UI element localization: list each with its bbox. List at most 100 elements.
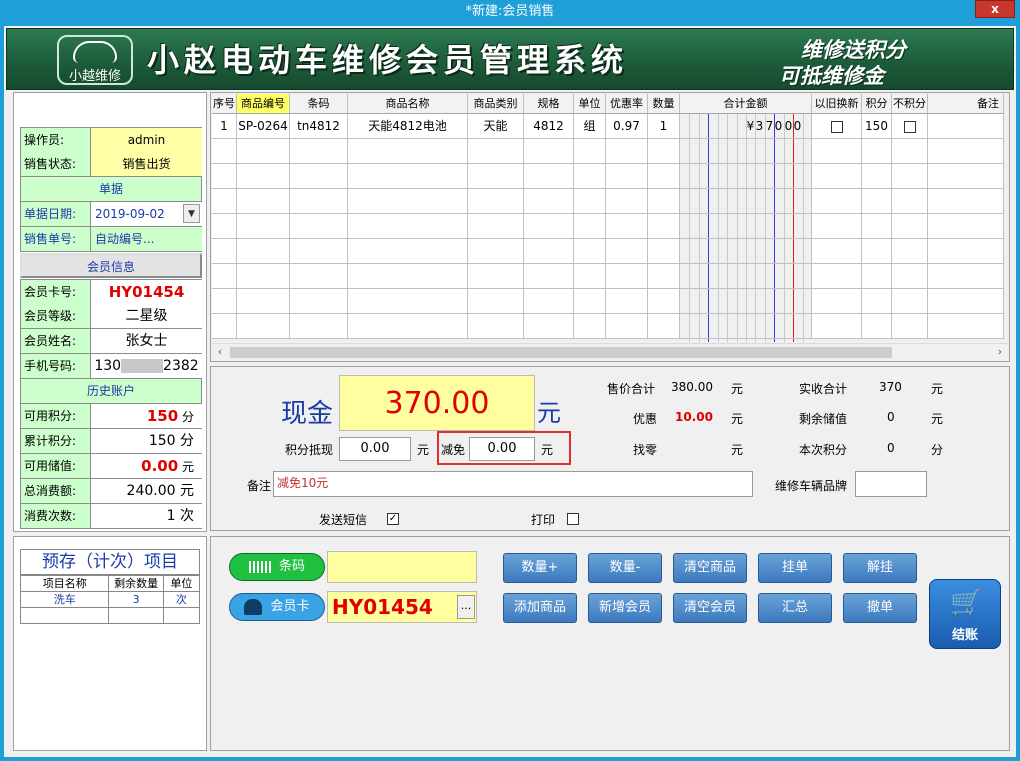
grid-cell-empty[interactable] [348,164,468,189]
grid-cell-empty[interactable] [648,189,680,214]
checkbox-box[interactable] [903,120,916,133]
grid-cell-empty[interactable] [928,164,1004,189]
barcode-mode-button[interactable]: 条码 [229,553,325,581]
grid-cell-empty[interactable] [892,189,928,214]
grid-cell-empty[interactable] [680,139,812,164]
print-checkbox[interactable] [567,511,579,525]
barcode-input[interactable] [327,551,477,583]
grid-cell-empty[interactable] [606,264,648,289]
grid-cell-empty[interactable] [348,289,468,314]
grid-cell-empty[interactable] [237,289,290,314]
grid-cell-empty[interactable] [468,214,524,239]
grid-cell-empty[interactable] [524,139,574,164]
grid-cell-empty[interactable] [812,314,862,339]
grid-cell-empty[interactable] [524,239,574,264]
checkbox-box[interactable] [830,120,843,133]
grid-cell-empty[interactable] [680,289,812,314]
grid-cell-empty[interactable] [290,314,348,339]
grid-cell-empty[interactable] [928,314,1004,339]
grid-cell-empty[interactable] [892,239,928,264]
grid-cell-empty[interactable] [348,214,468,239]
grid-cell-empty[interactable] [237,264,290,289]
cell-unit[interactable]: 组 [574,114,606,139]
grid-cell-empty[interactable] [892,289,928,314]
grid-cell-empty[interactable] [606,189,648,214]
cell-quantity[interactable]: 1 [648,114,680,139]
grid-cell-empty[interactable] [680,214,812,239]
chevron-down-icon[interactable]: ▼ [183,204,200,223]
grid-cell-empty[interactable] [812,289,862,314]
grid-cell-empty[interactable] [862,164,892,189]
grid-cell-empty[interactable] [812,139,862,164]
cell-category[interactable]: 天能 [468,114,524,139]
grid-cell-empty[interactable] [862,314,892,339]
grid-cell-empty[interactable] [928,214,1004,239]
grid-cell-empty[interactable] [812,189,862,214]
cell-trade-in-checkbox[interactable] [812,114,862,139]
grid-cell-empty[interactable] [862,139,892,164]
grid-cell-empty[interactable] [862,289,892,314]
close-button[interactable]: x [975,0,1015,18]
grid-cell-empty[interactable] [862,214,892,239]
grid-cell-empty[interactable] [524,289,574,314]
grid-cell-empty[interactable] [928,114,1004,139]
new-member-button[interactable]: 新增会员 [588,593,662,623]
grid-cell-empty[interactable] [648,214,680,239]
grid-header-col-remark[interactable]: 备注 [928,94,1004,114]
grid-cell-empty[interactable] [212,164,237,189]
grid-cell-empty[interactable] [648,264,680,289]
grid-cell-empty[interactable] [212,264,237,289]
member-card-input[interactable]: HY01454 [327,591,477,623]
grid-cell-empty[interactable] [928,139,1004,164]
grid-header-col-points[interactable]: 积分 [862,94,892,114]
remark-input[interactable]: 减免10元 [273,471,753,497]
table-row[interactable]: 洗车 3 次 [19,591,201,608]
grid-cell-empty[interactable] [212,214,237,239]
grid-header-col-unit[interactable]: 单位 [574,94,606,114]
grid-cell-empty[interactable] [348,314,468,339]
grid-cell-empty[interactable] [928,264,1004,289]
grid-cell-empty[interactable] [574,289,606,314]
grid-cell-empty[interactable] [212,289,237,314]
grid-cell-empty[interactable] [348,139,468,164]
grid-cell-empty[interactable] [524,164,574,189]
grid-cell-empty[interactable] [290,139,348,164]
grid-cell-empty[interactable] [524,264,574,289]
grid-cell-empty[interactable] [574,264,606,289]
grid-cell-empty[interactable] [680,314,812,339]
grid-cell-empty[interactable] [680,164,812,189]
grid-cell-empty[interactable] [892,164,928,189]
grid-cell-empty[interactable] [212,189,237,214]
product-grid[interactable]: 序号 商品编号 条码 商品名称 商品类别 规格 单位 优惠率 数量 合计金额 以旧换新 积分 不积分 备注… [212,94,1008,342]
section-member-info[interactable]: 会员信息 [20,253,202,278]
cell-discount-rate[interactable]: 0.97 [606,114,648,139]
grid-cell-empty[interactable] [524,214,574,239]
scroll-left-icon[interactable]: ‹ [212,344,228,360]
scroll-right-icon[interactable]: › [992,344,1008,360]
grid-cell-empty[interactable] [606,139,648,164]
grid-header-col-discount[interactable]: 优惠率 [606,94,648,114]
grid-cell-empty[interactable] [862,239,892,264]
grid-cell-empty[interactable] [348,189,468,214]
grid-cell-empty[interactable] [574,139,606,164]
grid-cell-empty[interactable] [606,289,648,314]
points-offset-input[interactable]: 0.00 [339,437,411,461]
grid-cell-empty[interactable] [468,164,524,189]
hold-order-button[interactable]: 挂单 [758,553,832,583]
grid-cell-empty[interactable] [468,264,524,289]
grid-cell-empty[interactable] [468,189,524,214]
grid-header-col-name[interactable]: 商品名称 [348,94,468,114]
cash-amount-field[interactable]: 370.00 [339,375,535,431]
grid-cell-empty[interactable] [212,139,237,164]
grid-cell-empty[interactable] [574,239,606,264]
grid-header-col-code[interactable]: 商品编号 [237,94,290,114]
grid-cell-empty[interactable] [574,214,606,239]
grid-cell-empty[interactable] [524,314,574,339]
vehicle-brand-input[interactable] [855,471,927,497]
horizontal-scrollbar[interactable]: ‹ › [212,343,1008,360]
grid-cell-empty[interactable] [468,314,524,339]
grid-cell-empty[interactable] [606,314,648,339]
cancel-order-button[interactable]: 撤单 [843,593,917,623]
cell-no-points-checkbox[interactable] [892,114,928,139]
qty-minus-button[interactable]: 数量- [588,553,662,583]
